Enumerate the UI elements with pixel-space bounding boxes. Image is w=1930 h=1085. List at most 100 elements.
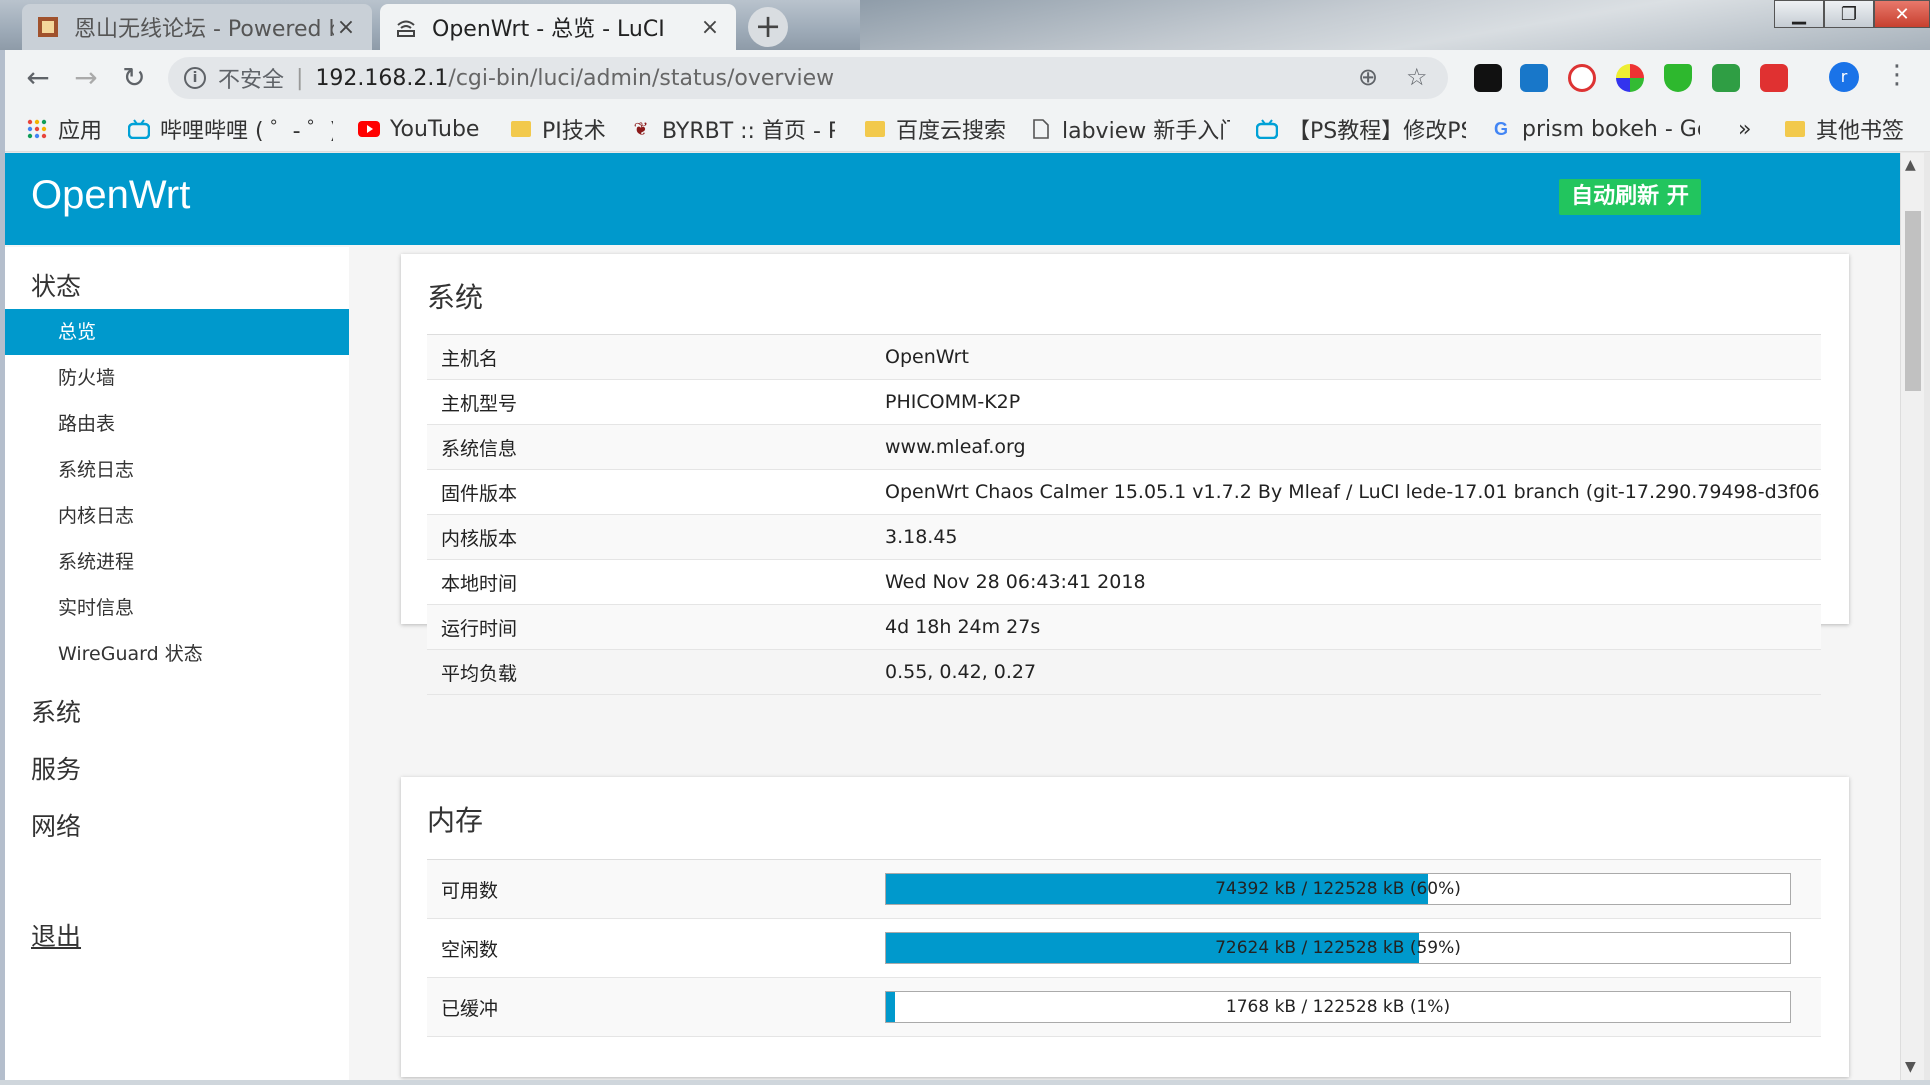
tab-luci[interactable]: OpenWrt - 总览 - LuCI × [380, 4, 736, 50]
sidebar-section-network[interactable]: 网络 [31, 807, 81, 843]
bookmark-labview[interactable]: labview 新手入门 [1030, 114, 1230, 144]
bookmark-apps[interactable]: 应用 [26, 114, 102, 144]
minimize-icon[interactable]: ▁ [1774, 0, 1824, 28]
table-row: 主机型号 PHICOMM-K2P [427, 380, 1821, 425]
extension-tampermonkey-icon[interactable] [1474, 64, 1502, 92]
back-icon[interactable]: ← [20, 60, 56, 96]
row-key: 可用数 [441, 879, 499, 902]
tab-forum[interactable]: 恩山无线论坛 - Powered by × [22, 4, 372, 50]
page-scrollbar[interactable]: ▲ ▼ [1900, 153, 1924, 1080]
table-row: 固件版本 OpenWrt Chaos Calmer 15.05.1 v1.7.2 … [427, 470, 1821, 515]
table-row: 已缓冲 1768 kB / 122528 kB (1%) [427, 978, 1821, 1037]
bookmark-ps-tutorial[interactable]: 【PS教程】修改PS [1256, 114, 1466, 144]
profile-avatar[interactable]: r [1829, 62, 1859, 92]
forward-icon[interactable]: → [68, 60, 104, 96]
bookmark-label: labview 新手入门 [1062, 119, 1230, 144]
sidebar-item-routes[interactable]: 路由表 [5, 401, 349, 447]
table-row: 本地时间 Wed Nov 28 06:43:41 2018 [427, 560, 1821, 605]
bookmark-youtube[interactable]: YouTube [358, 114, 479, 144]
bilibili-icon [128, 118, 150, 140]
system-table: 主机名 OpenWrt 主机型号 PHICOMM-K2P 系统信息 www.mleaf… [427, 334, 1821, 695]
bookmark-label: YouTube [390, 116, 480, 142]
row-value: 72624 kB / 122528 kB (59%) [885, 932, 1821, 964]
table-row: 主机名 OpenWrt [427, 335, 1821, 380]
extension-monitor-icon[interactable] [1712, 64, 1740, 92]
bookmark-star-icon[interactable]: ☆ [1406, 63, 1428, 91]
close-tab-icon[interactable]: × [334, 15, 358, 40]
folder-icon [510, 118, 532, 140]
close-tab-icon[interactable]: × [698, 15, 722, 40]
memory-table: 可用数 74392 kB / 122528 kB (60%) 空闲数 72624… [427, 859, 1821, 1037]
tab-strip-background [860, 0, 1930, 50]
row-value: OpenWrt [885, 346, 969, 368]
bookmark-pi[interactable]: PI技术 [510, 114, 606, 144]
table-row: 空闲数 72624 kB / 122528 kB (59%) [427, 919, 1821, 978]
bookmarks-bar: 应用 哔哩哔哩 ( ゜- ゜)つ YouTube PI技术 ❦ BYRBT ::… [0, 106, 1930, 152]
sidebar-item-realtime[interactable]: 实时信息 [5, 585, 349, 631]
sidebar-item-firewall[interactable]: 防火墙 [5, 355, 349, 401]
browser-menu-icon[interactable]: ⋮ [1884, 60, 1910, 90]
auto-refresh-button[interactable]: 自动刷新 开 [1559, 179, 1701, 215]
restore-icon[interactable]: ❐ [1824, 0, 1874, 28]
sidebar-item-processes[interactable]: 系统进程 [5, 539, 349, 585]
row-key: 运行时间 [441, 617, 518, 640]
address-bar[interactable]: i 不安全 | 192.168.2.1/cgi-bin/luci/admin/s… [168, 57, 1448, 99]
sidebar-section-status[interactable]: 状态 [31, 267, 81, 303]
security-indicator[interactable]: 不安全 [218, 62, 284, 94]
info-icon[interactable]: i [184, 67, 206, 89]
brand-logo[interactable]: OpenWrt [31, 173, 190, 218]
bookmark-baiduyun[interactable]: 百度云搜索 [864, 114, 1006, 144]
memory-card-title: 内存 [427, 804, 484, 837]
close-window-icon[interactable]: ✕ [1874, 0, 1930, 28]
bookmark-label: BYRBT :: 首页 - Po [662, 119, 835, 144]
table-row: 可用数 74392 kB / 122528 kB (60%) [427, 860, 1821, 919]
bookmarks-overflow-button[interactable]: » [1738, 114, 1751, 144]
extension-color-icon[interactable] [1616, 64, 1644, 92]
progress-bar: 72624 kB / 122528 kB (59%) [885, 932, 1791, 964]
bookmark-label: 其他书签 [1816, 119, 1905, 144]
sidebar-section-system[interactable]: 系统 [31, 693, 81, 729]
scrollbar-thumb[interactable] [1905, 211, 1921, 391]
table-row: 运行时间 4d 18h 24m 27s [427, 605, 1821, 650]
tab-strip: 恩山无线论坛 - Powered by × OpenWrt - 总览 - LuC… [0, 0, 1930, 50]
sidebar-item-syslog[interactable]: 系统日志 [5, 447, 349, 493]
row-key: 已缓冲 [441, 997, 499, 1020]
progress-bar: 1768 kB / 122528 kB (1%) [885, 991, 1791, 1023]
folder-icon [1784, 118, 1806, 140]
sidebar-item-overview[interactable]: 总览 [5, 309, 349, 355]
bookmark-label: 应用 [58, 119, 103, 144]
system-card-title: 系统 [427, 281, 484, 314]
luci-page: OpenWrt 自动刷新 开 状态 总览 防火墙 路由表 系统日志 内核日志 系… [5, 153, 1900, 1080]
extension-block-icon[interactable] [1568, 64, 1596, 92]
address-toolbar: ← → ↻ i 不安全 | 192.168.2.1/cgi-bin/luci/a… [0, 50, 1930, 106]
bookmark-label: prism bokeh - Go [1522, 116, 1700, 142]
browser-window: 恩山无线论坛 - Powered by × OpenWrt - 总览 - LuC… [0, 0, 1930, 1085]
bookmark-prism-bokeh[interactable]: G prism bokeh - Go [1490, 114, 1700, 144]
progress-label: 72624 kB / 122528 kB (59%) [1215, 938, 1461, 958]
bookmark-byrbt[interactable]: ❦ BYRBT :: 首页 - Po [630, 114, 835, 145]
extension-s-icon[interactable] [1520, 64, 1548, 92]
zoom-icon[interactable]: ⊕ [1358, 63, 1378, 91]
butterfly-icon: ❦ [633, 118, 649, 140]
logout-link[interactable]: 退出 [31, 917, 81, 953]
row-value: www.mleaf.org [885, 436, 1026, 458]
bookmark-other[interactable]: 其他书签 [1784, 114, 1904, 144]
sidebar-item-kernel-log[interactable]: 内核日志 [5, 493, 349, 539]
document-icon [1030, 118, 1052, 140]
table-row: 系统信息 www.mleaf.org [427, 425, 1821, 470]
scroll-down-icon[interactable]: ▼ [1905, 1059, 1916, 1075]
bookmark-bilibili[interactable]: 哔哩哔哩 ( ゜- ゜)つ [128, 114, 333, 144]
overflow-icon: » [1738, 116, 1752, 142]
extension-red-icon[interactable] [1760, 64, 1788, 92]
row-value: 3.18.45 [885, 526, 958, 548]
scroll-up-icon[interactable]: ▲ [1905, 157, 1916, 173]
progress-label: 1768 kB / 122528 kB (1%) [1225, 997, 1451, 1017]
sidebar-item-wireguard[interactable]: WireGuard 状态 [5, 631, 349, 677]
address-separator: | [296, 65, 304, 91]
row-value: 0.55, 0.42, 0.27 [885, 661, 1037, 683]
new-tab-button[interactable]: + [748, 7, 788, 47]
reload-icon[interactable]: ↻ [116, 60, 152, 96]
row-value: 4d 18h 24m 27s [885, 616, 1041, 638]
sidebar-section-services[interactable]: 服务 [31, 750, 81, 786]
extension-shield-icon[interactable] [1664, 64, 1692, 92]
